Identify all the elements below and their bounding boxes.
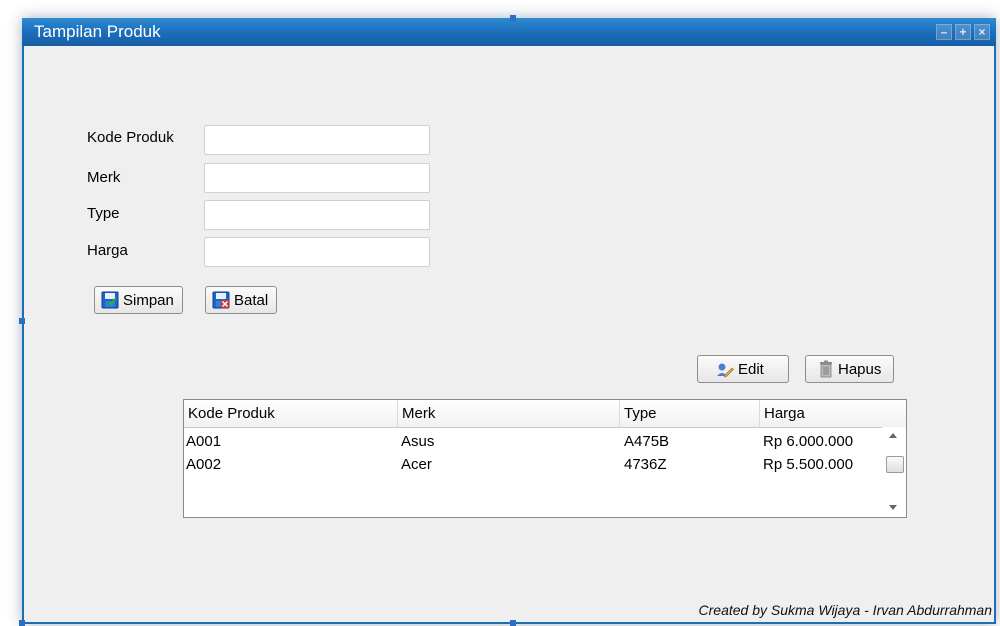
hapus-label: Hapus [838,360,882,378]
batal-button[interactable]: Batal [205,286,278,314]
kode-produk-input[interactable] [204,125,430,155]
hapus-button[interactable]: Hapus [805,355,895,383]
kode-produk-label: Kode Produk [87,129,174,146]
minimize-icon[interactable]: – [936,24,952,40]
column-header-merk[interactable]: Merk [398,400,620,427]
resize-handle [510,620,516,626]
trash-icon [818,360,834,378]
resize-handle [19,620,25,626]
table-row[interactable]: A001 Asus A475B Rp 6.000.000 [184,431,880,453]
column-header-kode-produk[interactable]: Kode Produk [184,400,398,427]
cell-kode-produk: A002 [186,456,222,473]
batal-label: Batal [234,291,269,309]
scroll-down-icon[interactable] [889,505,897,510]
cell-type: 4736Z [624,456,667,473]
column-header-type[interactable]: Type [620,400,760,427]
cell-kode-produk: A001 [186,433,222,450]
cancel-disk-icon [212,291,230,309]
table-scrollbar[interactable] [882,427,906,517]
cell-type: A475B [624,433,670,450]
edit-label: Edit [738,360,764,378]
maximize-icon[interactable]: + [955,24,971,40]
edit-pencil-icon [716,360,734,378]
edit-button[interactable]: Edit [697,355,789,383]
merk-label: Merk [87,169,121,186]
cell-merk: Asus [401,433,435,450]
cell-merk: Acer [401,456,432,473]
type-input[interactable] [204,200,430,230]
scroll-thumb[interactable] [886,456,904,473]
harga-input[interactable] [204,237,430,267]
cell-harga: Rp 5.500.000 [763,456,854,473]
credit-text: Created by Sukma Wijaya - Irvan Abdurrah… [698,602,992,618]
table-header: Kode Produk Merk Type Harga [184,400,906,428]
simpan-label: Simpan [123,291,174,309]
column-header-harga[interactable]: Harga [760,400,906,427]
cell-harga: Rp 6.000.000 [763,433,854,450]
title-bar[interactable]: Tampilan Produk – + × [22,18,996,46]
save-disk-icon [101,291,119,309]
product-table[interactable]: Kode Produk Merk Type Harga A001 Asus A4… [183,399,907,518]
type-label: Type [87,205,120,222]
merk-input[interactable] [204,163,430,193]
window-controls: – + × [936,24,990,40]
close-icon[interactable]: × [974,24,990,40]
window-title: Tampilan Produk [34,22,161,41]
resize-handle [510,15,516,21]
harga-label: Harga [87,242,128,259]
table-row[interactable]: A002 Acer 4736Z Rp 5.500.000 [184,454,880,476]
scroll-up-icon[interactable] [889,433,897,438]
simpan-button[interactable]: Simpan [94,286,183,314]
product-window: Tampilan Produk – + × Kode Produk Merk T… [22,18,996,624]
resize-handle [19,318,25,324]
